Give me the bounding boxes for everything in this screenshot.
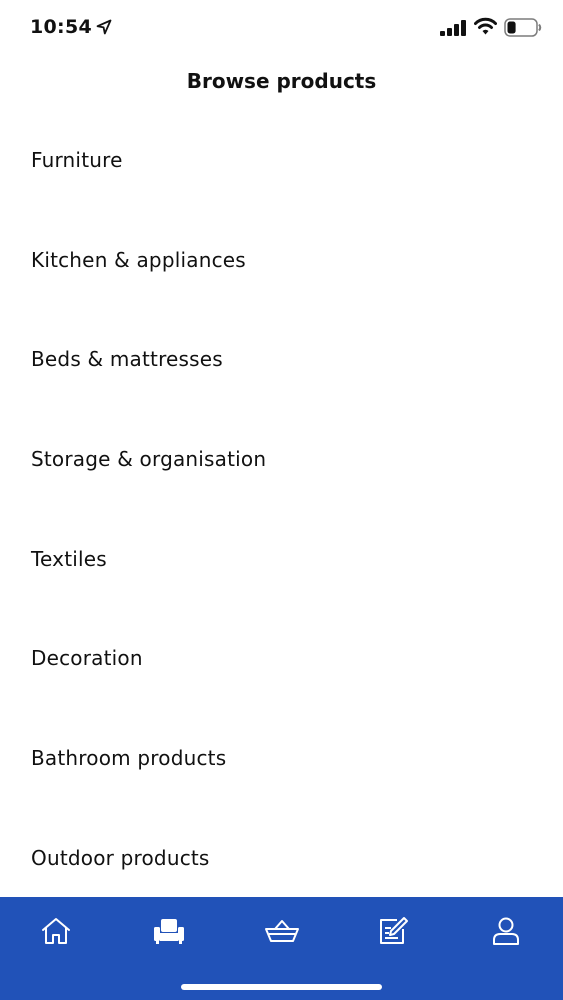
category-item-decoration[interactable]: Decoration (0, 608, 563, 708)
category-label: Bathroom products (31, 745, 227, 770)
wifi-icon (474, 17, 497, 35)
category-item-furniture[interactable]: Furniture (0, 110, 563, 210)
category-item-storage-organisation[interactable]: Storage & organisation (0, 409, 563, 509)
tab-home[interactable] (28, 909, 84, 953)
category-item-textiles[interactable]: Textiles (0, 509, 563, 609)
home-icon (42, 918, 70, 944)
user-icon (493, 917, 519, 945)
category-list: Furniture Kitchen & appliances Beds & ma… (0, 110, 563, 908)
basket-icon (265, 920, 299, 942)
status-time: 10:54 (30, 16, 92, 38)
category-label: Storage & organisation (31, 446, 267, 471)
category-label: Outdoor products (31, 845, 210, 870)
tab-list[interactable] (365, 909, 421, 953)
status-bar: 10:54 (0, 0, 563, 56)
category-label: Decoration (31, 646, 143, 671)
cellular-signal-icon (440, 20, 466, 36)
battery-icon (504, 18, 542, 37)
category-label: Furniture (31, 147, 123, 172)
category-item-kitchen-appliances[interactable]: Kitchen & appliances (0, 210, 563, 310)
tab-profile[interactable] (478, 909, 534, 953)
category-item-beds-mattresses[interactable]: Beds & mattresses (0, 309, 563, 409)
page-title: Browse products (186, 69, 377, 93)
category-label: Textiles (31, 546, 107, 571)
location-arrow-icon (96, 19, 112, 35)
category-label: Kitchen & appliances (31, 247, 246, 272)
armchair-icon (154, 919, 184, 944)
category-label: Beds & mattresses (31, 347, 223, 372)
tab-basket[interactable] (254, 909, 310, 953)
home-indicator (181, 984, 382, 990)
tab-products[interactable] (141, 909, 197, 953)
edit-list-icon (380, 917, 408, 944)
category-item-bathroom-products[interactable]: Bathroom products (0, 708, 563, 808)
category-item-outdoor-products[interactable]: Outdoor products (0, 808, 563, 908)
